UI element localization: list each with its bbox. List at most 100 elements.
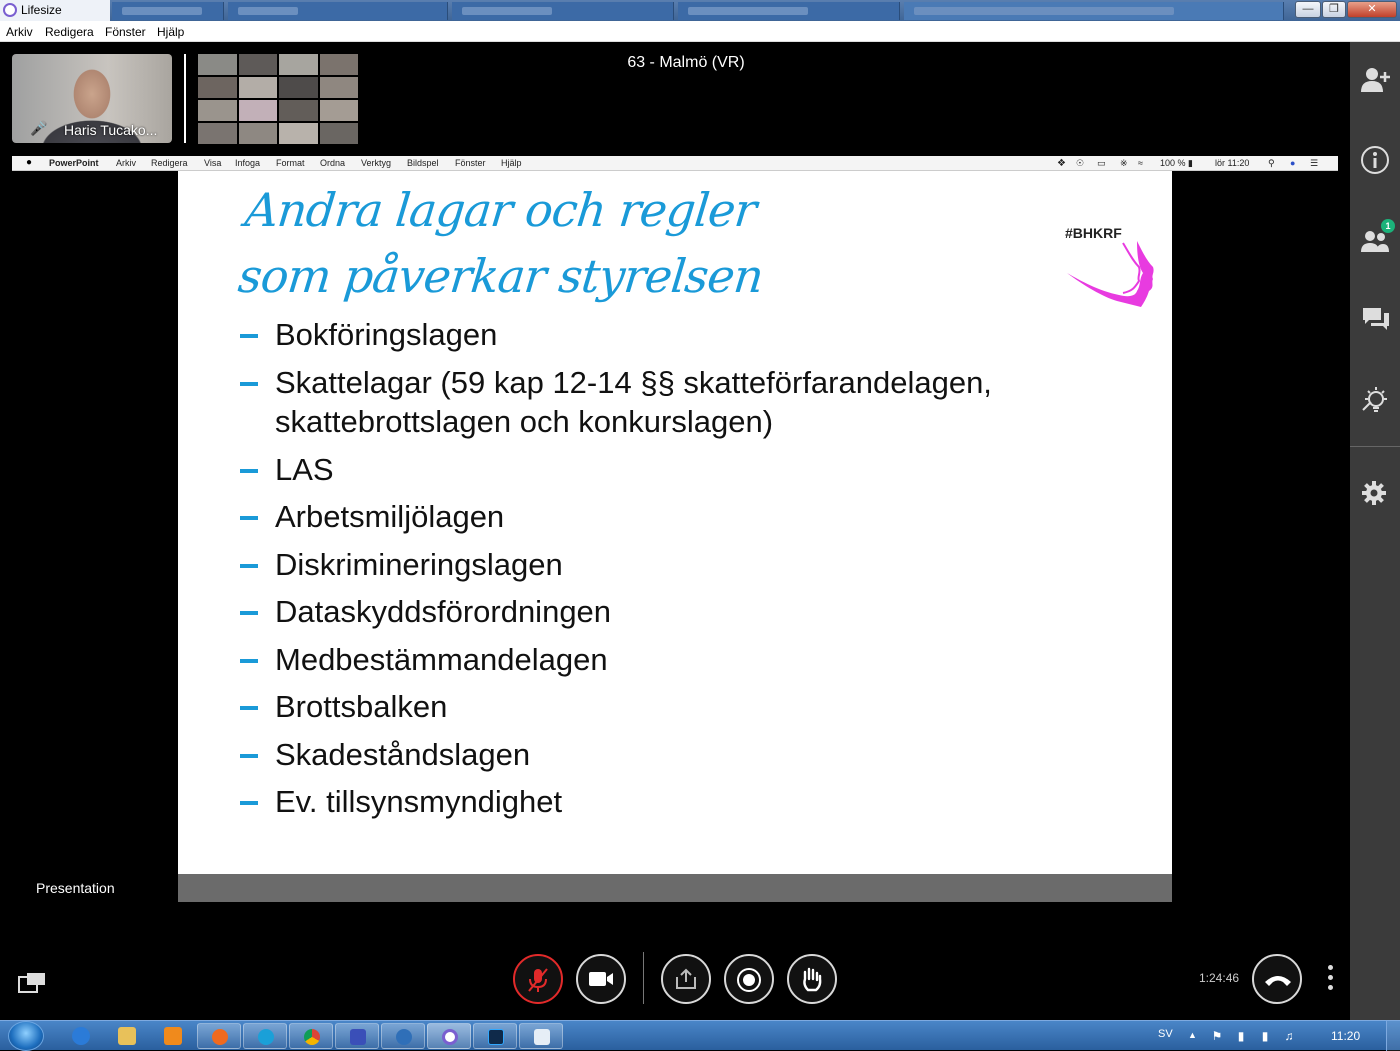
battery-level: 100 % — [1160, 158, 1186, 168]
participant-tile[interactable] — [319, 100, 358, 121]
participant-tile[interactable] — [238, 77, 277, 98]
slide-bottom-bar — [178, 874, 1172, 902]
noise-cancel-button[interactable] — [1350, 380, 1400, 420]
more-dot — [1327, 965, 1333, 970]
menu-redigera[interactable]: Redigera — [45, 25, 94, 39]
participant-tile[interactable] — [279, 123, 318, 144]
siri-icon: ● — [1290, 158, 1296, 168]
taskbar-firefox[interactable] — [197, 1023, 241, 1049]
bhkrf-face-logo-icon — [1067, 241, 1154, 307]
participant-tile[interactable] — [279, 100, 318, 121]
internet-explorer-icon[interactable] — [72, 1027, 90, 1045]
bullet-dash — [240, 334, 258, 338]
more-dot — [1327, 985, 1333, 990]
taskbar-app[interactable] — [381, 1023, 425, 1049]
chat-icon — [1363, 308, 1389, 330]
blurred-tab[interactable] — [904, 2, 1284, 20]
blurred-tab[interactable] — [678, 2, 900, 20]
media-player-icon[interactable] — [164, 1027, 182, 1045]
app-menu-bar: Arkiv Redigera Fönster Hjälp — [0, 21, 1400, 42]
taskbar-save[interactable] — [335, 1023, 379, 1049]
hang-up-phone-icon — [1265, 976, 1291, 986]
bullet-dash — [240, 658, 258, 663]
participant-tile[interactable] — [279, 77, 318, 98]
info-button[interactable] — [1350, 140, 1400, 180]
add-participant-button[interactable] — [1350, 60, 1400, 100]
layout-toggle-icon[interactable] — [18, 972, 46, 994]
share-screen-button[interactable] — [661, 954, 711, 1004]
edge-icon — [258, 1029, 274, 1045]
presentation-label: Presentation — [36, 880, 115, 896]
participants-count-badge: 1 — [1381, 219, 1395, 233]
maximize-button[interactable]: ❐ — [1322, 1, 1346, 18]
participant-tile[interactable] — [238, 123, 277, 144]
taskbar-photoshop[interactable] — [473, 1023, 517, 1049]
apple-icon: ● — [26, 157, 33, 168]
list-item: Bokföringslagen — [240, 315, 1075, 355]
show-hidden-icons-button[interactable]: ▲ — [1188, 1030, 1197, 1040]
menu-arkiv[interactable]: Arkiv — [6, 25, 33, 39]
mac-menu-app: PowerPoint — [49, 158, 99, 168]
hang-up-button[interactable] — [1252, 954, 1302, 1004]
taskbar-edge[interactable] — [243, 1023, 287, 1049]
settings-button[interactable] — [1350, 474, 1400, 514]
action-center-flag-icon[interactable]: ⚑ — [1210, 1029, 1224, 1043]
firefox-icon — [212, 1029, 228, 1045]
chat-button[interactable] — [1350, 300, 1400, 340]
participant-tile[interactable] — [238, 100, 277, 121]
participant-tile[interactable] — [319, 123, 358, 144]
file-explorer-icon[interactable] — [118, 1027, 136, 1045]
record-icon — [737, 968, 761, 992]
network-signal-icon[interactable]: ▮ — [1258, 1029, 1272, 1043]
record-button[interactable] — [724, 954, 774, 1004]
bullet-dash — [240, 563, 258, 568]
notepad-icon — [534, 1029, 550, 1045]
taskbar-clock[interactable]: 11:20 — [1331, 1029, 1360, 1043]
bullet-text: Bokföringslagen — [275, 317, 498, 352]
add-person-icon — [1361, 68, 1390, 92]
taskbar-notepad[interactable] — [519, 1023, 563, 1049]
airplay-icon: ▭ — [1097, 158, 1106, 168]
volume-icon[interactable]: ♫ — [1282, 1029, 1296, 1043]
window-title: Lifesize — [21, 3, 62, 17]
blurred-tab[interactable] — [228, 2, 448, 20]
meeting-title: 63 - Malmö (VR) — [627, 54, 745, 71]
bullet-dash — [240, 381, 258, 386]
mute-button[interactable] — [513, 954, 563, 1004]
taskbar-lifesize[interactable] — [427, 1023, 471, 1049]
mic-off-icon: 🎤 — [30, 120, 48, 136]
mac-menu-item: Redigera — [151, 158, 188, 168]
notification-center-icon: ☰ — [1310, 158, 1319, 168]
start-button[interactable] — [8, 1021, 44, 1051]
blurred-tab[interactable] — [452, 2, 674, 20]
right-sidebar — [1350, 42, 1400, 1020]
close-button[interactable]: ✕ — [1347, 1, 1397, 18]
participant-tile[interactable] — [198, 100, 237, 121]
lifesize-icon — [442, 1029, 458, 1045]
taskbar-chrome[interactable] — [289, 1023, 333, 1049]
minimize-button[interactable]: — — [1295, 1, 1321, 18]
menu-fonster[interactable]: Fönster — [105, 25, 146, 39]
participant-tile[interactable] — [198, 123, 237, 144]
mac-menu-item: Visa — [204, 158, 222, 168]
bullet-dash — [240, 611, 258, 615]
call-duration: 1:24:46 — [1199, 971, 1240, 985]
camera-button[interactable] — [576, 954, 626, 1004]
bullet-text: Brottsbalken — [275, 689, 448, 724]
raise-hand-icon — [803, 967, 822, 992]
participant-tile[interactable] — [198, 77, 237, 98]
blurred-tab[interactable] — [112, 2, 224, 20]
bullet-dash — [240, 801, 258, 805]
windows-taskbar: SV ▲ ⚑ ▮ ▮ ♫ 11:20 — [0, 1020, 1400, 1051]
mac-menu-item: Arkiv — [116, 158, 136, 168]
show-desktop-button[interactable] — [1386, 1021, 1400, 1051]
raise-hand-button[interactable] — [787, 954, 837, 1004]
participant-tile[interactable] — [319, 77, 358, 98]
more-options-button[interactable] — [1320, 962, 1340, 994]
bullet-text: Skattelagar (59 kap 12-14 §§ skatteförfa… — [275, 364, 992, 440]
language-indicator[interactable]: SV — [1158, 1028, 1173, 1040]
power-icon[interactable]: ▮ — [1234, 1029, 1248, 1043]
mac-menu-item: Hjälp — [501, 158, 522, 168]
bullet-dash — [240, 516, 258, 520]
menu-hjalp[interactable]: Hjälp — [157, 25, 184, 39]
